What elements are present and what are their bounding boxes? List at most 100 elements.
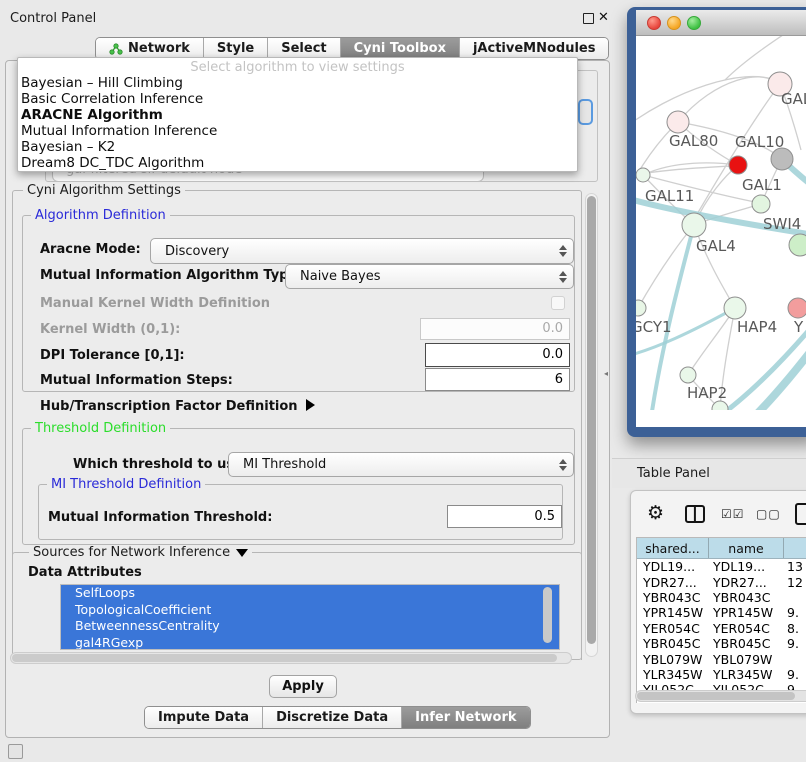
column-header[interactable]: name <box>709 538 784 558</box>
table-row[interactable]: YBL079WYBL079W <box>637 651 806 666</box>
column-header[interactable] <box>784 538 806 558</box>
network-node-label: HAP4 <box>737 318 777 336</box>
attributes-list-scrollbar[interactable] <box>543 587 552 643</box>
table-row[interactable]: YBR045CYBR045C9. <box>637 636 806 651</box>
tab-jactivemnodules[interactable]: jActiveMNodules <box>460 38 609 59</box>
table-panel-title: Table Panel <box>637 466 710 481</box>
network-node[interactable] <box>752 195 770 213</box>
column-layout-icon[interactable] <box>685 505 705 523</box>
network-node[interactable] <box>667 111 689 133</box>
minimize-traffic-light-icon[interactable] <box>667 16 681 30</box>
mi-steps-label: Mutual Information Steps: <box>40 373 233 388</box>
network-canvas[interactable]: GALGAL80GAL10GAL11GAL1GAL4SWI4GCY1HAP4YH… <box>636 36 806 410</box>
column-header[interactable]: shared... <box>637 538 709 558</box>
settings-vertical-scrollbar[interactable] <box>585 193 598 657</box>
network-window-titlebar[interactable] <box>636 10 806 36</box>
close-icon[interactable]: ✕ <box>598 10 609 25</box>
network-node[interactable] <box>729 156 747 174</box>
table-header-row: shared...name <box>637 538 806 559</box>
network-node[interactable] <box>636 300 646 316</box>
dpi-tolerance-field[interactable]: 0.0 <box>425 343 570 367</box>
table-row[interactable]: YLR345WYLR345W9. <box>637 667 806 682</box>
network-node[interactable] <box>789 234 806 256</box>
network-node[interactable] <box>788 298 806 318</box>
dock-panel-icon[interactable] <box>8 744 23 759</box>
tab-network[interactable]: Network <box>96 38 204 59</box>
scrollbar-thumb[interactable] <box>587 196 596 644</box>
table-horizontal-scrollbar[interactable] <box>635 690 806 702</box>
tab-impute-data[interactable]: Impute Data <box>145 707 263 728</box>
algorithm-option[interactable]: Bayesian – K2 <box>18 139 577 155</box>
deselect-all-checkboxes-icon[interactable]: ▢▢ <box>756 507 781 521</box>
network-edge[interactable] <box>688 308 735 375</box>
document-icon[interactable] <box>795 503 806 525</box>
network-node[interactable] <box>712 401 728 410</box>
tab-cyni-toolbox[interactable]: Cyni Toolbox <box>341 38 460 59</box>
which-threshold-combo[interactable]: MI Threshold <box>228 452 574 477</box>
algorithm-definition-title: Algorithm Definition <box>31 208 170 223</box>
zoom-traffic-light-icon[interactable] <box>687 16 701 30</box>
tab-discretize-data[interactable]: Discretize Data <box>263 707 402 728</box>
data-attribute-item[interactable]: TopologicalCoefficient <box>61 602 559 619</box>
hub-definition-toggle[interactable]: Hub/Transcription Factor Definition <box>40 399 315 414</box>
algorithm-option[interactable]: Dream8 DC_TDC Algorithm <box>18 155 577 171</box>
manual-kernel-checkbox[interactable] <box>551 296 565 310</box>
table-row[interactable]: YPR145WYPR145W9. <box>637 605 806 620</box>
network-node[interactable] <box>636 168 650 182</box>
manual-kernel-label: Manual Kernel Width Definition <box>40 296 270 311</box>
network-edge[interactable] <box>725 36 801 80</box>
algorithm-option[interactable]: Basic Correlation Inference <box>18 91 577 107</box>
tab-network-label: Network <box>128 41 190 56</box>
table-row[interactable]: YER054CYER054C8. <box>637 621 806 636</box>
tab-style[interactable]: Style <box>204 38 268 59</box>
sources-horizontal-scrollbar[interactable] <box>10 652 572 664</box>
algorithm-option[interactable]: ARACNE Algorithm <box>18 107 577 123</box>
table-cell: 13 <box>784 559 806 574</box>
table-cell: 9. <box>784 605 806 620</box>
algorithm-option[interactable]: Bayesian – Hill Climbing <box>18 75 577 91</box>
scrollbar-thumb[interactable] <box>12 654 557 662</box>
select-all-checkboxes-icon[interactable]: ☑☑ <box>721 507 745 521</box>
table-cell: YPR145W <box>709 605 784 620</box>
apply-button[interactable]: Apply <box>269 675 337 698</box>
network-edge[interactable] <box>638 225 694 308</box>
panel-divider-handle[interactable]: ◂ <box>604 369 611 379</box>
network-node-label: GAL10 <box>735 133 784 151</box>
network-edge[interactable] <box>678 77 780 122</box>
mi-steps-field[interactable]: 6 <box>425 368 570 391</box>
gear-icon[interactable]: ⚙ <box>647 504 664 523</box>
scrollbar-thumb[interactable] <box>637 692 795 700</box>
network-node[interactable] <box>771 148 793 170</box>
network-view-window: GALGAL80GAL10GAL11GAL1GAL4SWI4GCY1HAP4YH… <box>627 7 806 437</box>
table-row[interactable]: YDR27...YDR27...12 <box>637 574 806 589</box>
sources-title-toggle[interactable]: Sources for Network Inference <box>29 545 252 560</box>
table-cell: YER054C <box>637 621 709 636</box>
hidden-combo-stepper[interactable] <box>578 99 593 125</box>
tab-discretize-data-label: Discretize Data <box>276 710 388 725</box>
network-node-label: GAL11 <box>645 187 694 205</box>
data-attribute-item[interactable]: SelfLoops <box>61 585 559 602</box>
aracne-mode-combo[interactable]: Discovery <box>150 238 574 264</box>
mi-type-combo[interactable]: Naive Bayes <box>285 264 574 289</box>
kernel-width-field[interactable]: 0.0 <box>420 318 570 340</box>
float-window-icon[interactable] <box>583 13 594 24</box>
network-node[interactable] <box>680 367 696 383</box>
close-traffic-light-icon[interactable] <box>647 16 661 30</box>
tab-style-label: Style <box>217 41 254 56</box>
network-node[interactable] <box>724 297 746 319</box>
algorithm-option[interactable]: Mutual Information Inference <box>18 123 577 139</box>
network-edge[interactable] <box>753 338 806 410</box>
mi-threshold-label: Mutual Information Threshold: <box>48 510 272 525</box>
threshold-definition-title: Threshold Definition <box>31 421 170 436</box>
data-attribute-item[interactable]: BetweennessCentrality <box>61 618 559 635</box>
data-attribute-item[interactable]: gal4RGexp <box>61 635 559 651</box>
data-attributes-list[interactable]: SelfLoopsTopologicalCoefficientBetweenne… <box>60 584 560 650</box>
table-row[interactable]: YBR043CYBR043C <box>637 590 806 605</box>
which-threshold-value: MI Threshold <box>243 453 326 476</box>
tab-infer-network[interactable]: Infer Network <box>402 707 529 728</box>
table-row[interactable]: YDL19...YDL19...13 <box>637 559 806 574</box>
tab-select[interactable]: Select <box>268 38 340 59</box>
mi-threshold-field[interactable]: 0.5 <box>447 505 562 528</box>
aracne-mode-value: Discovery <box>165 239 229 263</box>
network-node[interactable] <box>682 213 706 237</box>
